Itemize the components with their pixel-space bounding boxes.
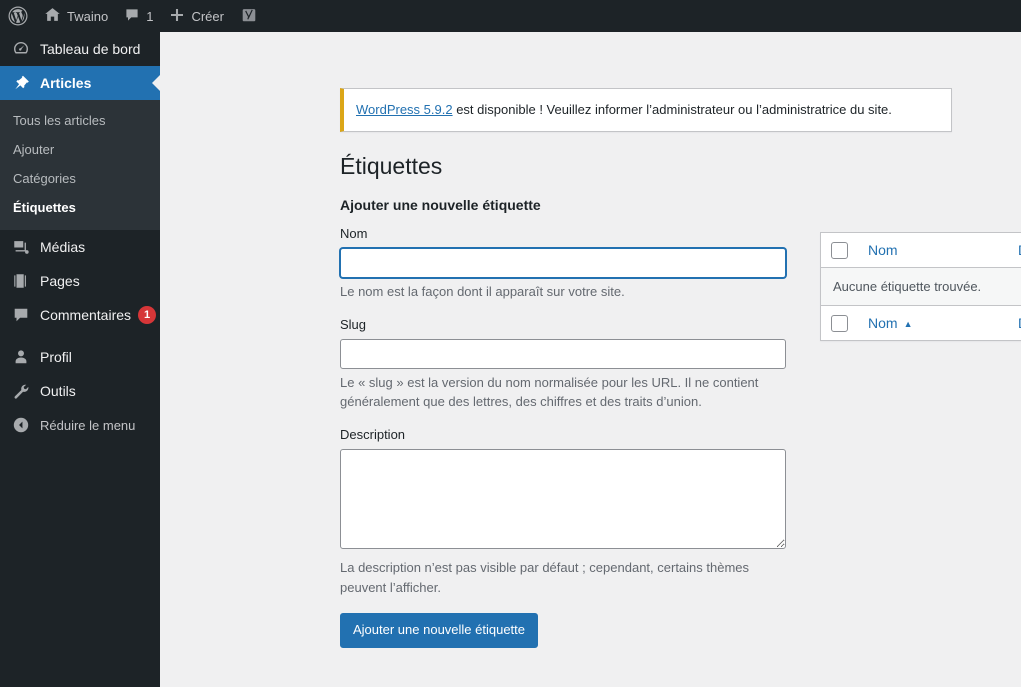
sort-by-name-link[interactable]: Nom	[868, 242, 898, 258]
sidebar-label: Outils	[40, 383, 76, 399]
tags-table: Nom Description Aucune étiquette trouvée…	[820, 232, 1021, 341]
wrench-icon	[11, 381, 31, 401]
table-body: Aucune étiquette trouvée.	[821, 267, 1021, 305]
table-footer-row: Nom ▲ Description	[821, 304, 1021, 340]
sidebar-label: Profil	[40, 349, 72, 365]
footer-description: Description	[1008, 304, 1021, 340]
slug-field-group: Slug Le « slug » est la version du nom n…	[340, 316, 790, 412]
wordpress-logo-button[interactable]	[0, 0, 36, 32]
submenu-item-ajouter[interactable]: Ajouter	[0, 135, 160, 164]
submenu-item-tous-les-articles[interactable]: Tous les articles	[0, 106, 160, 135]
sidebar-item-profil[interactable]: Profil	[0, 340, 160, 374]
comments-count: 1	[146, 8, 154, 24]
wordpress-icon	[8, 6, 28, 26]
sidebar-label: Commentaires	[40, 307, 132, 323]
admin-sidebar-menu: Tableau de bord Articles Tous les articl…	[0, 32, 160, 687]
sidebar-label: Réduire le menu	[40, 417, 136, 433]
select-all-header	[821, 233, 858, 268]
articles-submenu: Tous les articles Ajouter Catégories Éti…	[0, 100, 160, 230]
sidebar-item-pages[interactable]: Pages	[0, 264, 160, 298]
dashboard-icon	[11, 39, 31, 59]
sidebar-item-collapse-menu[interactable]: Réduire le menu	[0, 408, 160, 442]
sidebar-item-tableau-de-bord[interactable]: Tableau de bord	[0, 32, 160, 66]
sidebar-item-outils[interactable]: Outils	[0, 374, 160, 408]
name-description: Le nom est la façon dont il apparaît sur…	[340, 284, 625, 300]
sort-by-name-link-footer[interactable]: Nom ▲	[868, 315, 912, 331]
sidebar-label: Médias	[40, 239, 86, 255]
user-icon	[11, 347, 31, 367]
menu-separator	[0, 332, 160, 340]
comments-pending-badge: 1	[138, 306, 157, 324]
slug-description: Le « slug » est la version du nom normal…	[340, 374, 759, 410]
sidebar-label: Tableau de bord	[40, 41, 141, 57]
sidebar-item-articles[interactable]: Articles	[0, 66, 160, 100]
new-content-button[interactable]: Créer	[161, 0, 232, 32]
submit-row: Ajouter une nouvelle étiquette	[340, 613, 790, 648]
content-area: WordPress 5.9.2 est disponible ! Veuille…	[160, 32, 1021, 687]
pages-icon	[11, 271, 31, 291]
comments-bubble-button[interactable]: 1	[116, 0, 161, 32]
sort-ascending-icon: ▲	[903, 318, 913, 329]
comment-bubble-icon	[124, 7, 140, 26]
tags-list-column: Nom Description Aucune étiquette trouvée…	[820, 232, 1021, 341]
yoast-seo-button[interactable]	[232, 0, 266, 32]
empty-state-message: Aucune étiquette trouvée.	[821, 267, 1021, 305]
add-new-tag-button[interactable]: Ajouter une nouvelle étiquette	[340, 613, 539, 648]
description-field-group: Description La description n’est pas vis…	[340, 426, 790, 597]
table-foot: Nom ▲ Description	[821, 304, 1021, 340]
select-all-footer-header	[821, 304, 858, 340]
page-title: Étiquettes	[340, 153, 443, 179]
plus-icon	[169, 7, 185, 26]
tag-slug-input[interactable]	[340, 338, 786, 369]
sidebar-label: Articles	[40, 75, 92, 91]
footer-nom-label: Nom	[868, 314, 898, 331]
select-all-checkbox-footer[interactable]	[831, 314, 848, 332]
admin-bar: Twaino 1 Créer	[0, 0, 1021, 32]
name-field-group: Nom Le nom est la façon dont il apparaît…	[340, 225, 790, 302]
yoast-icon	[240, 6, 258, 27]
pin-icon	[11, 73, 31, 93]
site-name-label: Twaino	[67, 8, 109, 24]
name-label: Nom	[340, 226, 368, 241]
sidebar-label: Pages	[40, 273, 80, 289]
table-head: Nom Description	[821, 233, 1021, 268]
update-notice-text: est disponible ! Veuillez informer l’adm…	[452, 102, 892, 117]
table-header-row: Nom Description	[821, 233, 1021, 268]
form-heading: Ajouter une nouvelle étiquette	[340, 197, 541, 213]
site-name-button[interactable]: Twaino	[36, 0, 116, 32]
header-description: Description	[1008, 233, 1021, 268]
submenu-item-etiquettes[interactable]: Étiquettes	[0, 193, 160, 222]
new-content-label: Créer	[191, 8, 224, 24]
empty-state-row: Aucune étiquette trouvée.	[821, 267, 1021, 305]
collapse-arrow-icon	[11, 415, 31, 435]
sidebar-item-medias[interactable]: Médias	[0, 230, 160, 264]
comment-icon	[11, 305, 31, 325]
header-nom: Nom	[858, 233, 1008, 268]
media-icon	[11, 237, 31, 257]
sidebar-item-commentaires[interactable]: Commentaires 1	[0, 298, 160, 332]
tag-description-textarea[interactable]	[340, 449, 786, 550]
add-tag-form-column: Ajouter une nouvelle étiquette Nom Le no…	[340, 197, 790, 648]
submenu-item-categories[interactable]: Catégories	[0, 164, 160, 193]
select-all-checkbox[interactable]	[831, 241, 848, 259]
footer-nom: Nom ▲	[858, 304, 1008, 340]
update-notice: WordPress 5.9.2 est disponible ! Veuille…	[340, 88, 952, 132]
description-label: Description	[340, 426, 406, 442]
description-help: La description n’est pas visible par déf…	[340, 560, 750, 595]
tag-name-input[interactable]	[340, 248, 786, 279]
wordpress-update-link[interactable]: WordPress 5.9.2	[356, 102, 453, 117]
home-icon	[44, 6, 61, 26]
slug-label: Slug	[340, 316, 367, 332]
